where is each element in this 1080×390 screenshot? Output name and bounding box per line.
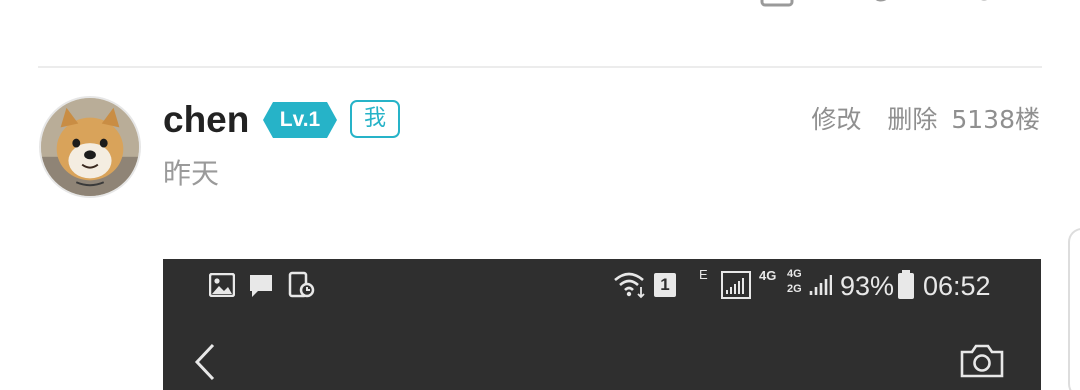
- sim-number: 1: [660, 275, 670, 294]
- comment-page: chen Lv.1 我 昨天 修改 删除 5138楼 1 E 4G 4G 2G …: [0, 0, 1080, 390]
- level-badge: Lv.1: [263, 102, 337, 138]
- edit-button[interactable]: 修改: [811, 102, 861, 138]
- top-toolbar: [0, 0, 1080, 20]
- reply-icon[interactable]: [970, 0, 1006, 8]
- embedded-screenshot[interactable]: 1 E 4G 4G 2G 93% 06:52: [163, 259, 1041, 390]
- dog-avatar-icon: [41, 98, 139, 196]
- post-time: 昨天: [163, 157, 220, 190]
- signal-bars-icon: [809, 275, 832, 295]
- floor-number: 5138楼: [951, 105, 1040, 134]
- chat-icon: [250, 275, 272, 297]
- edge-panel-handle[interactable]: [1068, 228, 1080, 390]
- signal-icon: [721, 271, 751, 299]
- avatar[interactable]: [39, 96, 141, 198]
- wifi-icon: [614, 272, 645, 299]
- battery-percent: 93%: [840, 271, 895, 301]
- clock: 06:52: [923, 271, 991, 301]
- network-2g-small-label: 2G: [787, 283, 802, 295]
- image-icon: [209, 273, 235, 297]
- battery-icon: [898, 270, 914, 299]
- username[interactable]: chen: [163, 96, 249, 144]
- divider: [38, 66, 1042, 68]
- list-icon[interactable]: [758, 0, 798, 8]
- back-chevron-icon: [194, 343, 215, 381]
- delete-button[interactable]: 删除: [887, 102, 937, 138]
- screenshot-nav-bar: [163, 329, 1041, 389]
- screenshot-status-bar: 1 E 4G 4G 2G 93% 06:52: [163, 259, 1041, 315]
- level-badge-label: Lv.1: [279, 108, 321, 131]
- me-badge: 我: [350, 100, 400, 138]
- screenshot-icon: [288, 271, 315, 298]
- network-4g-label: 4G: [759, 268, 777, 283]
- network-4g-small-label: 4G: [787, 268, 802, 280]
- comment-actions: 修改 删除 5138楼: [811, 102, 1040, 138]
- share-icon[interactable]: [866, 0, 896, 8]
- camera-icon: [960, 344, 1004, 378]
- network-e-label: E: [699, 267, 708, 282]
